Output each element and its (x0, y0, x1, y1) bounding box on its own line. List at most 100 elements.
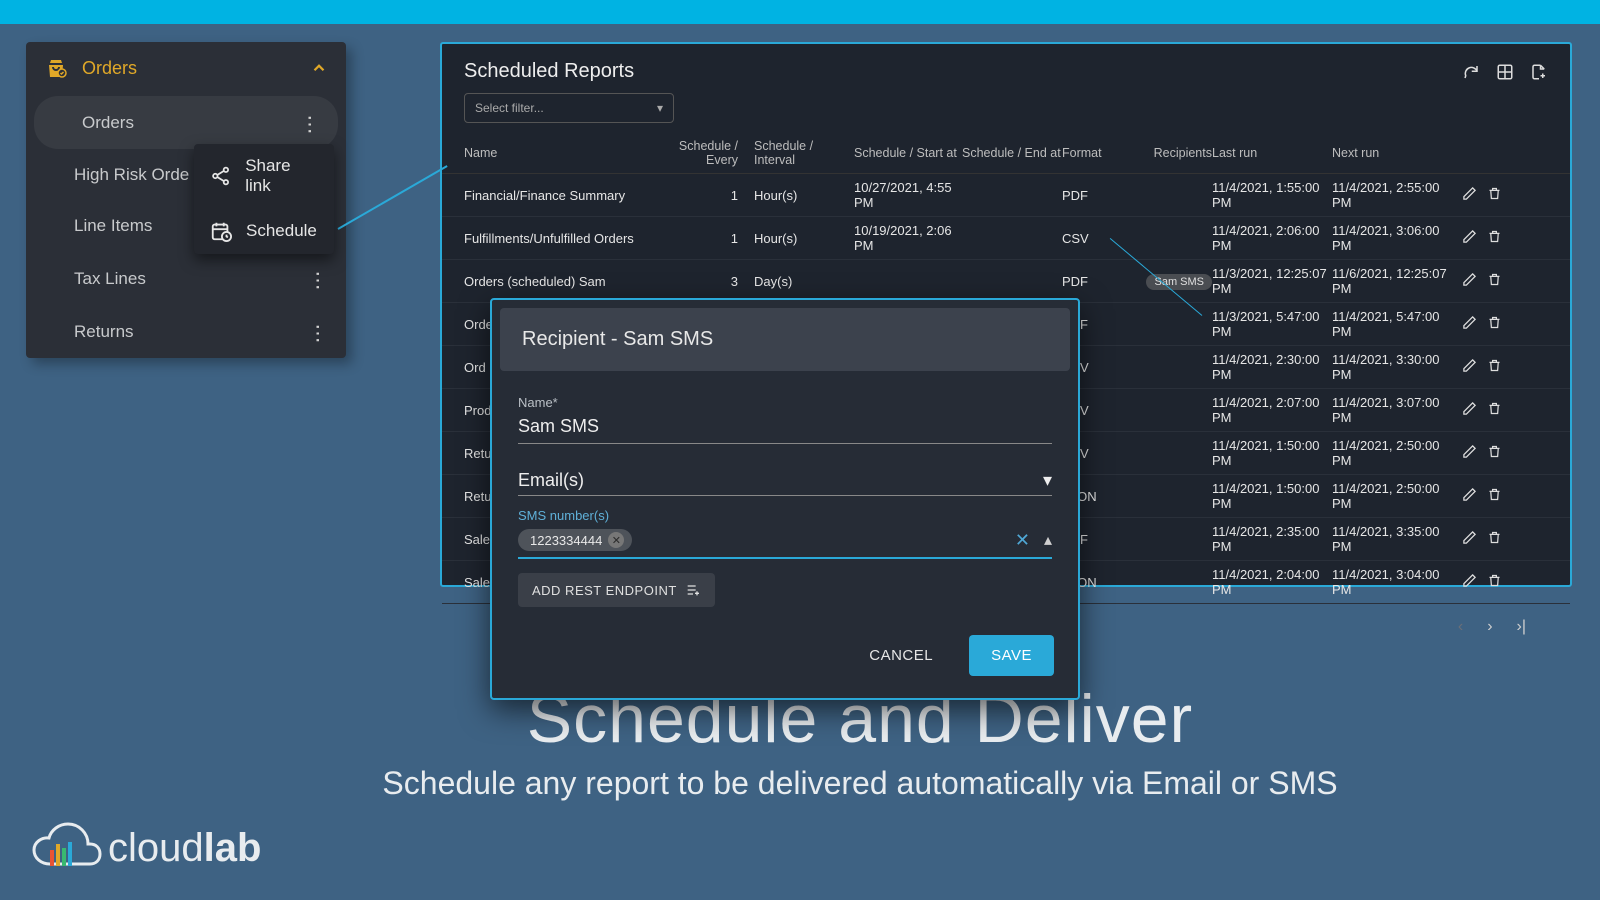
page-title: Scheduled Reports (464, 60, 634, 83)
brand-logo: cloudlab (30, 820, 261, 876)
brand-b: lab (204, 826, 262, 870)
cell-start: 10/27/2021, 4:55 PM (854, 180, 962, 210)
edit-icon[interactable] (1462, 272, 1477, 290)
cell-every: 1 (654, 188, 754, 203)
table-row[interactable]: Financial/Finance Summary1Hour(s)10/27/2… (442, 174, 1570, 217)
name-input[interactable] (518, 410, 1052, 444)
sidebar-item-tax-lines[interactable]: Tax Lines ⋯ (26, 252, 346, 305)
cell-last-run: 11/4/2021, 2:30:00 PM (1212, 352, 1332, 382)
cell-last-run: 11/4/2021, 1:55:00 PM (1212, 180, 1332, 210)
sms-chip: 1223334444 ✕ (518, 529, 632, 551)
edit-icon[interactable] (1462, 229, 1477, 247)
cell-next-run: 11/4/2021, 5:47:00 PM (1332, 309, 1452, 339)
cell-last-run: 11/4/2021, 2:04:00 PM (1212, 567, 1332, 597)
cancel-button[interactable]: CANCEL (847, 635, 955, 676)
save-button[interactable]: SAVE (969, 635, 1054, 676)
cell-interval: Hour(s) (754, 188, 854, 203)
edit-icon[interactable] (1462, 315, 1477, 333)
delete-icon[interactable] (1487, 358, 1502, 376)
emails-label: Email(s) (518, 470, 584, 491)
sidebar-title: Orders (82, 58, 137, 79)
edit-icon[interactable] (1462, 444, 1477, 462)
table-header-row: Name Schedule / Every Schedule / Interva… (442, 133, 1570, 174)
cell-last-run: 11/4/2021, 2:35:00 PM (1212, 524, 1332, 554)
edit-icon[interactable] (1462, 186, 1477, 204)
add-report-icon[interactable] (1530, 63, 1548, 81)
chevron-down-icon: ▾ (657, 101, 663, 115)
delete-icon[interactable] (1487, 186, 1502, 204)
cell-last-run: 11/4/2021, 1:50:00 PM (1212, 438, 1332, 468)
cell-next-run: 11/4/2021, 3:35:00 PM (1332, 524, 1452, 554)
chevron-down-icon: ▾ (1043, 470, 1052, 491)
cell-format: PDF (1062, 188, 1132, 203)
clear-icon[interactable]: ✕ (1015, 530, 1030, 551)
context-menu: Share link Schedule (194, 144, 334, 254)
cell-next-run: 11/4/2021, 3:04:00 PM (1332, 567, 1452, 597)
cell-format: CSV (1062, 231, 1132, 246)
sidebar-item-label: Tax Lines (74, 269, 146, 289)
table-row[interactable]: Orders (scheduled) Sam3Day(s)PDFSam SMS1… (442, 260, 1570, 303)
col-name: Name (464, 146, 654, 160)
delete-icon[interactable] (1487, 530, 1502, 548)
cloud-icon (30, 820, 102, 876)
more-icon[interactable]: ⋯ (298, 115, 323, 131)
table-row[interactable]: Fulfillments/Unfulfilled Orders1Hour(s)1… (442, 217, 1570, 260)
chip-remove-icon[interactable]: ✕ (608, 532, 624, 548)
cell-next-run: 11/6/2021, 12:25:07 PM (1332, 266, 1452, 296)
add-rest-endpoint-button[interactable]: ADD REST ENDPOINT (518, 573, 715, 607)
chevron-up-icon[interactable]: ▴ (1044, 530, 1052, 550)
more-icon[interactable]: ⋯ (306, 271, 331, 287)
edit-icon[interactable] (1462, 573, 1477, 591)
cell-every: 3 (654, 274, 754, 289)
col-end: Schedule / End at (962, 146, 1062, 160)
edit-icon[interactable] (1462, 530, 1477, 548)
sms-label: SMS number(s) (518, 508, 1052, 523)
col-next-run: Next run (1332, 146, 1452, 160)
share-icon (210, 165, 231, 187)
cell-last-run: 11/3/2021, 5:47:00 PM (1212, 309, 1332, 339)
sidebar-header[interactable]: Orders (26, 42, 346, 94)
delete-icon[interactable] (1487, 573, 1502, 591)
cell-interval: Day(s) (754, 274, 854, 289)
edit-icon[interactable] (1462, 401, 1477, 419)
sidebar-item-label: Returns (74, 322, 134, 342)
brand-a: cloud (108, 826, 204, 870)
sidebar-item-label: High Risk Orde (74, 165, 189, 185)
calendar-clock-icon (210, 220, 232, 242)
ctx-share-link[interactable]: Share link (194, 144, 334, 208)
cell-last-run: 11/4/2021, 1:50:00 PM (1212, 481, 1332, 511)
col-recipients: Recipients (1132, 146, 1212, 160)
cell-name: Fulfillments/Unfulfilled Orders (464, 231, 654, 246)
cell-next-run: 11/4/2021, 2:50:00 PM (1332, 438, 1452, 468)
orders-bag-icon (44, 56, 68, 80)
cell-last-run: 11/3/2021, 12:25:07 PM (1212, 266, 1332, 296)
cell-interval: Hour(s) (754, 231, 854, 246)
delete-icon[interactable] (1487, 487, 1502, 505)
grid-icon[interactable] (1496, 63, 1514, 81)
sidebar-item-returns[interactable]: Returns ⋯ (26, 305, 346, 358)
filter-select[interactable]: Select filter... ▾ (464, 93, 674, 123)
recipient-modal: Recipient - Sam SMS Name* Email(s) ▾ SMS… (490, 298, 1080, 700)
sms-input[interactable]: 1223334444 ✕ ✕ ▴ (518, 523, 1052, 559)
delete-icon[interactable] (1487, 401, 1502, 419)
delete-icon[interactable] (1487, 272, 1502, 290)
cell-last-run: 11/4/2021, 2:06:00 PM (1212, 223, 1332, 253)
edit-icon[interactable] (1462, 358, 1477, 376)
edit-icon[interactable] (1462, 487, 1477, 505)
page-last[interactable]: ›| (1513, 616, 1530, 638)
add-endpoint-icon (685, 582, 701, 598)
page-next[interactable]: › (1483, 616, 1496, 638)
col-every: Schedule / Every (654, 139, 754, 167)
page-prev[interactable]: ‹ (1454, 616, 1467, 638)
col-format: Format (1062, 146, 1132, 160)
ctx-schedule[interactable]: Schedule (194, 208, 334, 254)
sidebar-item-orders[interactable]: Orders ⋯ (34, 96, 338, 149)
delete-icon[interactable] (1487, 444, 1502, 462)
emails-dropdown[interactable]: Email(s) ▾ (518, 460, 1052, 496)
more-icon[interactable]: ⋯ (306, 324, 331, 340)
cell-next-run: 11/4/2021, 2:50:00 PM (1332, 481, 1452, 511)
delete-icon[interactable] (1487, 315, 1502, 333)
col-interval: Schedule / Interval (754, 139, 854, 167)
refresh-icon[interactable] (1462, 63, 1480, 81)
delete-icon[interactable] (1487, 229, 1502, 247)
